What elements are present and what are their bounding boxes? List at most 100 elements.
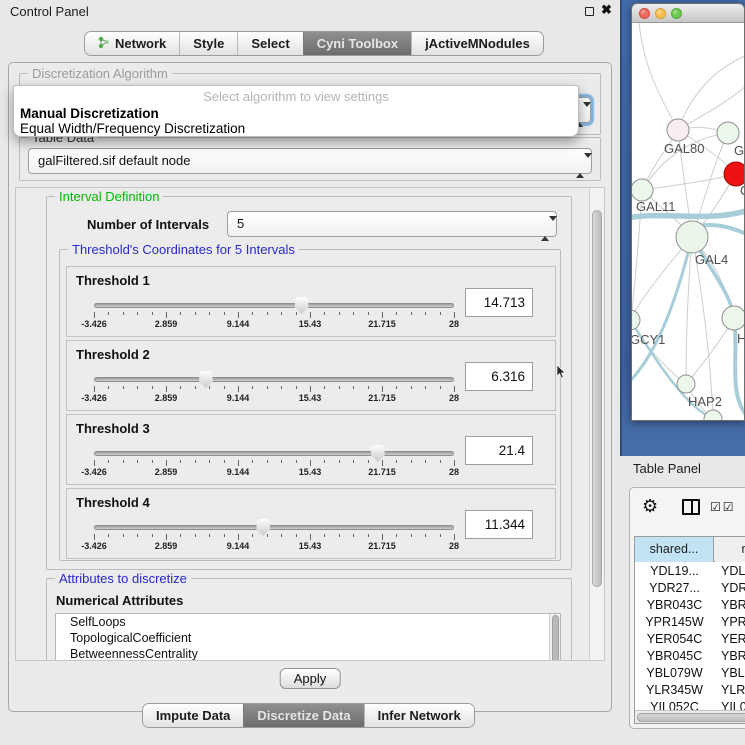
tick-label: 9.144 [227, 467, 250, 477]
threshold-slider[interactable] [94, 303, 454, 308]
settings-content: Interval Definition Number of Intervals … [16, 188, 589, 660]
table-row[interactable]: YLR345WYLR3 [635, 682, 745, 699]
tab-select[interactable]: Select [237, 32, 302, 55]
network-node-gal80[interactable] [667, 119, 689, 141]
table-row[interactable]: YPR145WYPR1 [635, 614, 745, 631]
close-window-icon[interactable] [639, 8, 650, 19]
hscrollbar-thumb[interactable] [637, 713, 745, 722]
tab-label: jActiveMNodules [425, 36, 530, 51]
network-node-h[interactable] [722, 306, 744, 330]
network-edge [642, 174, 736, 190]
cell-name: YBR0 [721, 597, 745, 614]
threshold-value-field[interactable]: 21.4 [465, 436, 533, 465]
cell-shared-name: YPR145W [635, 614, 714, 631]
slider-ticks [94, 534, 454, 540]
number-of-intervals-spinner[interactable]: 5 [227, 211, 557, 237]
cell-name: YER0 [721, 631, 745, 648]
threshold-value-field[interactable]: 6.316 [465, 362, 533, 391]
tab-label: Discretize Data [257, 708, 350, 723]
tick-label: 9.144 [227, 541, 250, 551]
threshold-value-field[interactable]: 11.344 [465, 510, 533, 539]
node-label-gcy1: GCY1 [632, 332, 665, 347]
tab-label: Impute Data [156, 708, 230, 723]
cell-shared-name: YDL19... [635, 563, 714, 580]
panel-title: Control Panel [10, 4, 89, 19]
tab-label: Network [115, 36, 166, 51]
threshold-slider[interactable] [94, 451, 454, 456]
tick-label: 2.859 [155, 319, 178, 329]
network-node-hap2[interactable] [677, 375, 695, 393]
slider-tick-labels: -3.4262.8599.14415.4321.71528 [94, 319, 454, 331]
table-row[interactable]: YBR043C YBR0 [635, 597, 745, 614]
minimize-window-icon[interactable] [655, 8, 666, 19]
network-edge [632, 320, 686, 384]
scrollbar-thumb[interactable] [592, 210, 602, 587]
threshold-slider[interactable] [94, 525, 454, 530]
table-row[interactable]: YBR045CYBR0 [635, 648, 745, 665]
network-window-titlebar [632, 4, 744, 23]
column-header-name[interactable]: n [715, 537, 745, 562]
tab-network[interactable]: Network [85, 32, 179, 55]
select-columns-checkboxes-icon[interactable]: ☑☑ [710, 500, 736, 514]
group-title-interval-definition: Interval Definition [55, 189, 163, 204]
interval-definition-group: Interval Definition Number of Intervals … [46, 196, 572, 570]
network-node-bottom-node[interactable] [704, 410, 722, 421]
network-node-gcy1[interactable] [632, 310, 640, 330]
network-node-ga[interactable] [717, 122, 739, 144]
apply-button[interactable]: Apply [280, 668, 341, 689]
tab-style[interactable]: Style [179, 32, 237, 55]
slider-tick-labels: -3.4262.8599.14415.4321.71528 [94, 467, 454, 479]
cell-shared-name: YER054C [635, 631, 714, 648]
gear-icon[interactable]: ⚙ [642, 496, 658, 517]
threshold-value-field[interactable]: 14.713 [465, 288, 533, 317]
tab-label: Select [251, 36, 289, 51]
algorithm-dropdown-popup: Select algorithm to view settings Manual… [13, 85, 579, 137]
table-row[interactable]: YBL079WYBL0 [635, 665, 745, 682]
column-header-shared-name[interactable]: shared... [635, 537, 714, 562]
close-icon[interactable]: ✖ [601, 2, 612, 18]
cell-shared-name: YLR345W [635, 682, 714, 699]
node-label-gal11: GAL11 [636, 199, 676, 214]
tick-label: 21.715 [368, 467, 396, 477]
attribute-item-selfloops[interactable]: SelfLoops [56, 614, 560, 630]
tab-infer-network[interactable]: Infer Network [364, 704, 474, 727]
cell-name: YDR2 [721, 580, 745, 597]
settings-scrollpane: Interval Definition Number of Intervals … [15, 187, 605, 661]
cell-shared-name: YDR27... [635, 580, 714, 597]
zoom-window-icon[interactable] [671, 8, 682, 19]
threshold-4-box: Threshold 4-3.4262.8599.14415.4321.71528… [66, 488, 556, 559]
attribute-item-topologicalcoefficient[interactable]: TopologicalCoefficient [56, 630, 560, 646]
network-node-gal4[interactable] [676, 221, 708, 253]
algorithm-placeholder: Select algorithm to view settings [14, 89, 578, 104]
table-row[interactable]: YDR27... YDR2 [635, 580, 745, 597]
node-label-red-node: C [740, 183, 744, 198]
tick-label: 15.43 [299, 319, 322, 329]
threshold-3-box: Threshold 3-3.4262.8599.14415.4321.71528… [66, 414, 556, 485]
settings-vertical-scrollbar[interactable] [589, 188, 604, 660]
tab-discretize-data[interactable]: Discretize Data [243, 704, 363, 727]
float-window-icon[interactable] [585, 7, 594, 16]
columns-icon[interactable] [682, 499, 700, 515]
tab-cyni-toolbox[interactable]: Cyni Toolbox [303, 32, 411, 55]
tab-impute-data[interactable]: Impute Data [143, 704, 243, 727]
threshold-slider[interactable] [94, 377, 454, 382]
algorithm-option-manual-discretization[interactable]: Manual Discretization [16, 106, 569, 121]
table-row[interactable]: YER054C YER0 [635, 631, 745, 648]
attribute-item-betweennesscentrality[interactable]: BetweennessCentrality [56, 646, 560, 661]
tab-label: Cyni Toolbox [317, 36, 398, 51]
network-edge [678, 55, 744, 130]
group-title-thresholds: Threshold's Coordinates for 5 Intervals [68, 242, 299, 257]
tick-label: 2.859 [155, 541, 178, 551]
network-node-gal11[interactable] [632, 179, 653, 201]
table-row[interactable]: YDL19...YDL1 [635, 563, 745, 580]
tab-jactivemnodules[interactable]: jActiveMNodules [411, 32, 543, 55]
network-canvas[interactable]: GAL80GACGAL11GAL4GCY1HHAP2 [632, 23, 744, 421]
table-horizontal-scrollbar[interactable] [635, 710, 745, 723]
control-panel-titlebar: Control Panel ✖ [0, 0, 620, 22]
spinner-arrows-icon [541, 217, 549, 241]
algorithm-option-equal-width-frequency-discretization[interactable]: Equal Width/Frequency Discretization [16, 121, 569, 136]
table-data-combobox[interactable]: galFiltered.sif default node [28, 148, 592, 174]
tick-label: 15.43 [299, 393, 322, 403]
cell-shared-name: YBR043C [635, 597, 714, 614]
attributes-scrollbar[interactable] [549, 614, 560, 661]
